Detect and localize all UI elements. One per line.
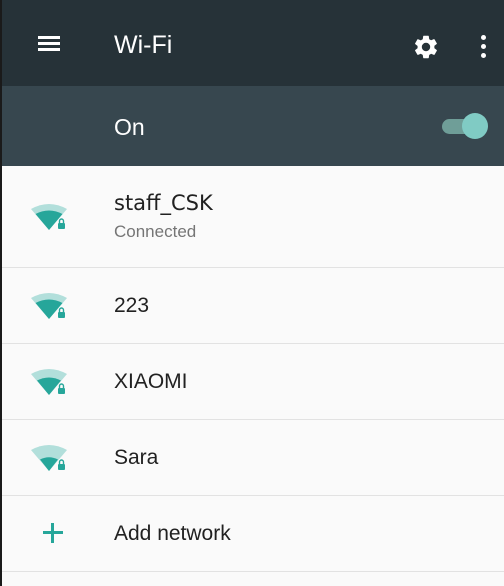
add-network-label: Add network [114,522,231,545]
wifi-toggle-switch[interactable] [442,112,490,140]
wifi-lock-icon [31,369,67,395]
wifi-lock-icon [31,293,67,319]
network-row-sara[interactable]: Sara [2,420,504,496]
add-network-row[interactable]: Add network [2,496,504,572]
plus-icon [43,523,63,543]
switch-label: On [114,114,145,140]
menu-icon[interactable] [38,36,60,52]
network-row-xiaomi[interactable]: XIAOMI [2,344,504,420]
gear-icon[interactable] [412,33,440,61]
wifi-lock-icon [31,445,67,471]
network-name: XIAOMI [114,370,188,393]
wifi-settings-screen: Wi-Fi On staff_CSK Connected 223 XIAOMI … [0,0,504,586]
wifi-master-switch-bar[interactable]: On [2,86,504,166]
app-toolbar: Wi-Fi [2,0,504,86]
network-name: staff_CSK [114,191,213,215]
more-vert-icon[interactable] [472,33,494,61]
connection-status: Connected [114,222,197,241]
network-row-staff-csk[interactable]: staff_CSK Connected [2,166,504,268]
wifi-lock-icon [31,204,67,230]
network-list: staff_CSK Connected 223 XIAOMI Sara Add … [2,166,504,572]
toggle-thumb [462,113,488,139]
page-title: Wi-Fi [114,31,173,59]
network-name: 223 [114,294,150,317]
network-row-223[interactable]: 223 [2,268,504,344]
network-name: Sara [114,446,159,469]
